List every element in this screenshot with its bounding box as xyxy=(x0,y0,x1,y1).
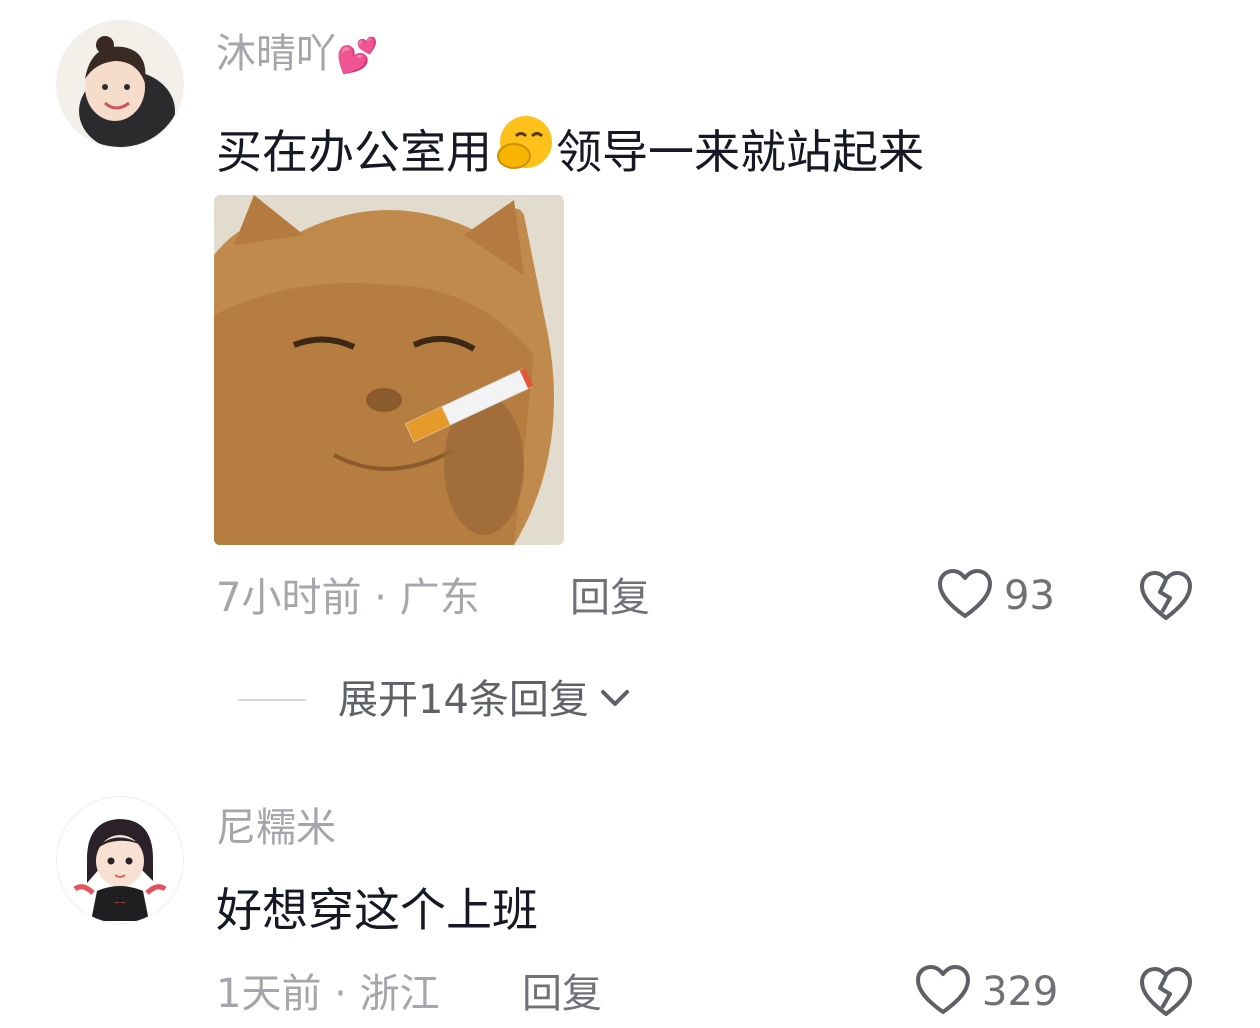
sparkling-heart-icon: 💕 xyxy=(336,36,379,76)
reply-button[interactable]: 回复 xyxy=(522,970,602,1018)
reply-button[interactable]: 回复 xyxy=(570,574,650,622)
heart-outline-icon xyxy=(914,964,972,1020)
like-count: 329 xyxy=(982,969,1059,1015)
like-button[interactable]: 93 xyxy=(936,568,1055,624)
hand-over-mouth-emoji-icon xyxy=(492,110,556,174)
expand-replies-button[interactable]: 展开14条回复 xyxy=(238,676,631,724)
like-button[interactable]: 329 xyxy=(914,964,1058,1020)
like-count: 93 xyxy=(1004,573,1055,619)
comment-item: ~~ 尼糯米 好想穿这个上班 1天前 · 浙江 回复 329 xyxy=(0,780,1260,1028)
comment-text: 好想穿这个上班 xyxy=(216,883,538,937)
comment-meta: 1天前 · 浙江 xyxy=(216,971,440,1017)
comment-text: 买在办公室用 领导一来就站起来 xyxy=(216,110,924,180)
chevron-down-icon xyxy=(599,687,631,713)
broken-heart-icon xyxy=(1138,571,1194,626)
avatar[interactable] xyxy=(56,20,184,148)
expand-replies-label: 展开14条回复 xyxy=(338,677,589,723)
comment-item: 沐晴吖💕 买在办公室用 领导一来就站起来 7小时前 · 广东 回复 93 展开1… xyxy=(0,0,1260,740)
comment-username[interactable]: 沐晴吖💕 xyxy=(216,30,378,80)
dislike-button[interactable] xyxy=(1138,966,1194,1022)
comment-username[interactable]: 尼糯米 xyxy=(216,804,336,852)
heart-outline-icon xyxy=(936,568,994,624)
comment-meta: 7小时前 · 广东 xyxy=(216,575,480,621)
broken-heart-icon xyxy=(1138,967,1194,1022)
avatar[interactable]: ~~ xyxy=(56,796,184,924)
expand-divider xyxy=(238,699,306,701)
dislike-button[interactable] xyxy=(1138,570,1194,626)
svg-text:~~: ~~ xyxy=(114,899,126,907)
comment-sticker-image[interactable] xyxy=(214,195,564,545)
